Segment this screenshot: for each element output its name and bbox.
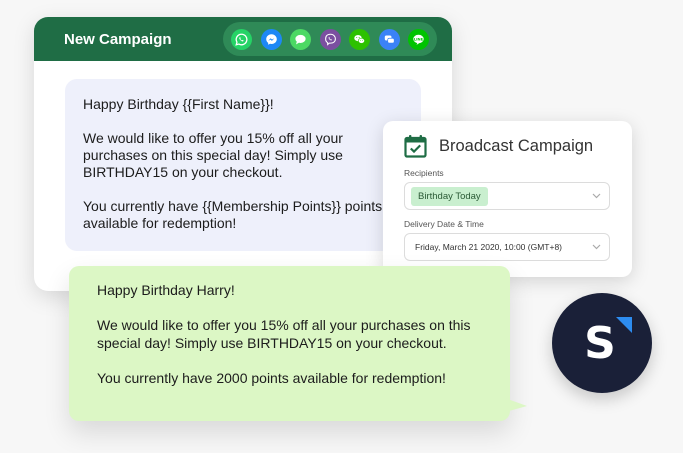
chat-icon[interactable] xyxy=(378,28,400,50)
line-icon[interactable]: LINE xyxy=(408,28,429,50)
template-message[interactable]: Happy Birthday {{First Name}}! We would … xyxy=(65,79,421,251)
brand-logo: S xyxy=(552,293,652,393)
viber-icon[interactable] xyxy=(319,28,341,50)
delivery-datetime-select[interactable]: Friday, March 21 2020, 10:00 (GMT+8) xyxy=(404,233,610,261)
recipients-chip[interactable]: Birthday Today xyxy=(411,186,488,206)
whatsapp-icon[interactable] xyxy=(231,28,252,50)
template-points: You currently have {{Membership Points}}… xyxy=(83,198,383,231)
broadcast-title: Broadcast Campaign xyxy=(439,136,594,155)
brand-accent-icon xyxy=(616,317,632,333)
broadcast-card: Broadcast Campaign Recipients Birthday T… xyxy=(383,121,632,277)
chevron-down-icon[interactable] xyxy=(592,244,601,250)
template-offer: We would like to offer you 15% off all y… xyxy=(83,130,343,180)
template-greeting: Happy Birthday {{First Name}}! xyxy=(83,96,274,112)
campaign-header: New Campaign LINE xyxy=(34,17,452,61)
bubble-tail xyxy=(505,398,527,411)
preview-offer: We would like to offer you 15% off all y… xyxy=(97,317,471,351)
recipients-select[interactable]: Birthday Today xyxy=(404,182,610,210)
sms-icon[interactable] xyxy=(290,28,311,50)
svg-text:LINE: LINE xyxy=(414,37,424,41)
preview-message: Happy Birthday Harry! We would like to o… xyxy=(69,266,510,421)
recipients-label: Recipients xyxy=(404,168,444,178)
chevron-down-icon[interactable] xyxy=(592,193,601,199)
campaign-title: New Campaign xyxy=(64,30,172,48)
preview-points: You currently have 2000 points available… xyxy=(97,369,446,386)
preview-greeting: Happy Birthday Harry! xyxy=(97,282,235,298)
delivery-value: Friday, March 21 2020, 10:00 (GMT+8) xyxy=(415,242,563,252)
delivery-label: Delivery Date & Time xyxy=(404,219,484,229)
calendar-check-icon xyxy=(404,135,427,158)
wechat-icon[interactable] xyxy=(349,28,370,50)
messenger-icon[interactable] xyxy=(260,28,282,50)
channel-selector: LINE xyxy=(223,22,437,56)
brand-letter: S xyxy=(584,317,616,369)
